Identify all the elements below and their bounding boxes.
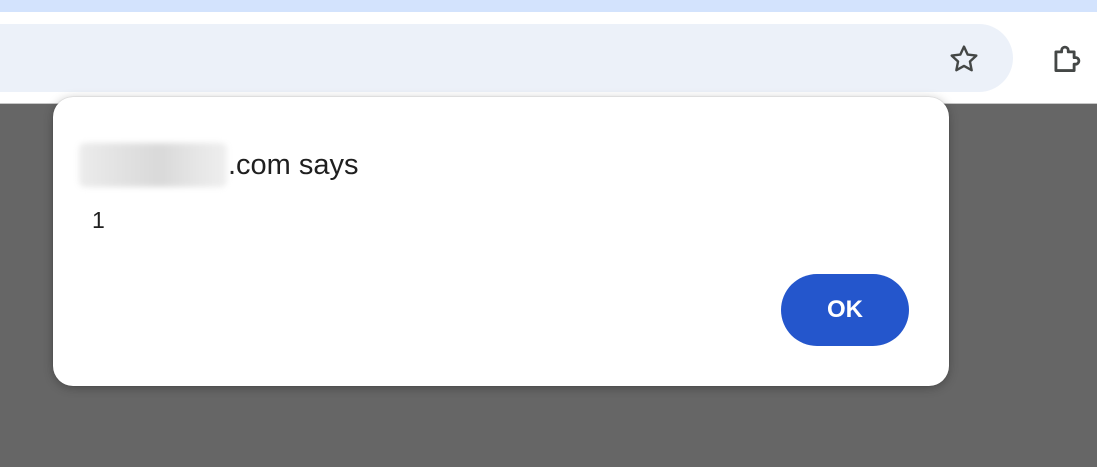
ok-button[interactable]: OK <box>781 274 909 346</box>
dialog-title: .com says <box>79 143 359 187</box>
dialog-title-suffix: .com says <box>228 148 359 181</box>
address-bar[interactable] <box>0 24 1013 92</box>
alert-dialog: .com says 1 OK <box>53 97 949 386</box>
tab-strip <box>0 0 1097 12</box>
star-icon <box>950 45 978 72</box>
puzzle-piece-icon <box>1054 45 1081 72</box>
browser-window: .com says 1 OK <box>0 0 1097 467</box>
bookmark-star-button[interactable] <box>943 38 985 80</box>
extensions-button[interactable] <box>1044 38 1090 80</box>
dialog-message: 1 <box>92 207 105 233</box>
redacted-domain <box>79 143 227 187</box>
